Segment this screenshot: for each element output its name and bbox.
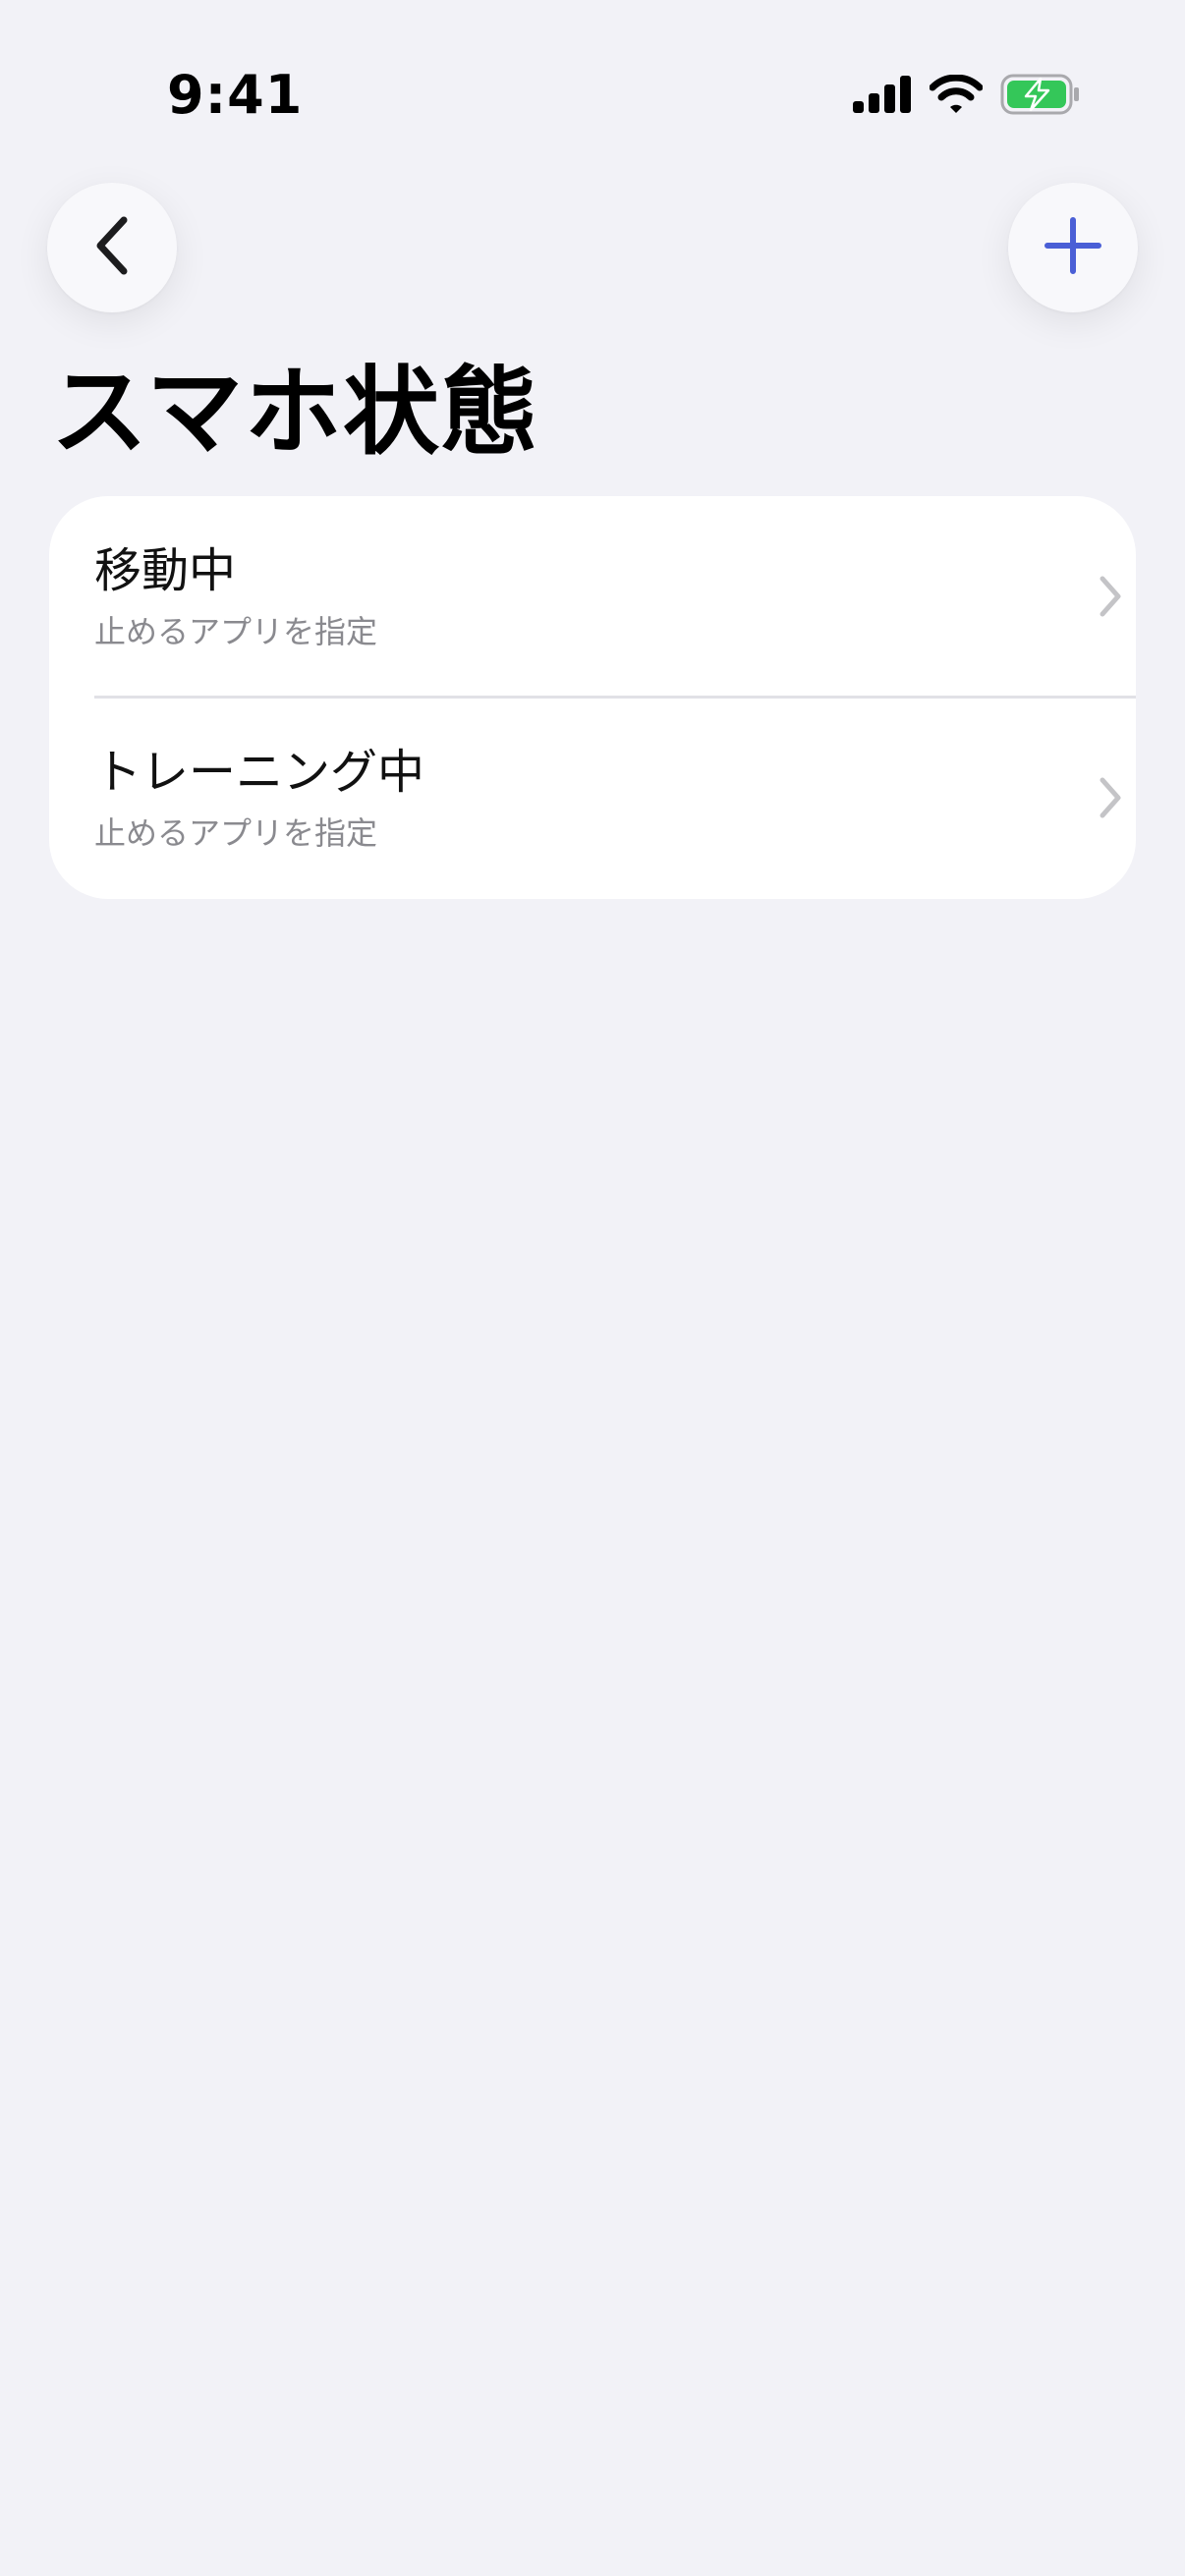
chevron-right-icon	[1097, 575, 1124, 618]
list-item[interactable]: 移動中 止めるアプリを指定	[49, 496, 1136, 698]
wifi-icon	[929, 74, 984, 118]
list-item-subtitle: 止めるアプリを指定	[94, 814, 378, 852]
phone-state-list: 移動中 止めるアプリを指定 トレーニング中 止めるアプリを指定	[49, 496, 1136, 899]
battery-charging-icon	[1000, 74, 1081, 119]
list-item-subtitle: 止めるアプリを指定	[94, 613, 378, 650]
list-item-title: 移動中	[94, 543, 237, 598]
page-title: スマホ状態	[51, 357, 540, 469]
back-button[interactable]	[47, 183, 177, 312]
chevron-left-icon	[90, 214, 134, 281]
chevron-right-icon	[1097, 776, 1124, 819]
status-icons	[853, 74, 1081, 119]
add-button[interactable]	[1008, 183, 1138, 312]
status-bar: 9:41	[0, 0, 1185, 147]
list-item-title: トレーニング中	[94, 745, 425, 800]
status-time: 9:41	[167, 64, 304, 126]
plus-icon	[1044, 216, 1102, 279]
cellular-signal-icon	[853, 76, 912, 117]
list-item[interactable]: トレーニング中 止めるアプリを指定	[49, 698, 1136, 899]
